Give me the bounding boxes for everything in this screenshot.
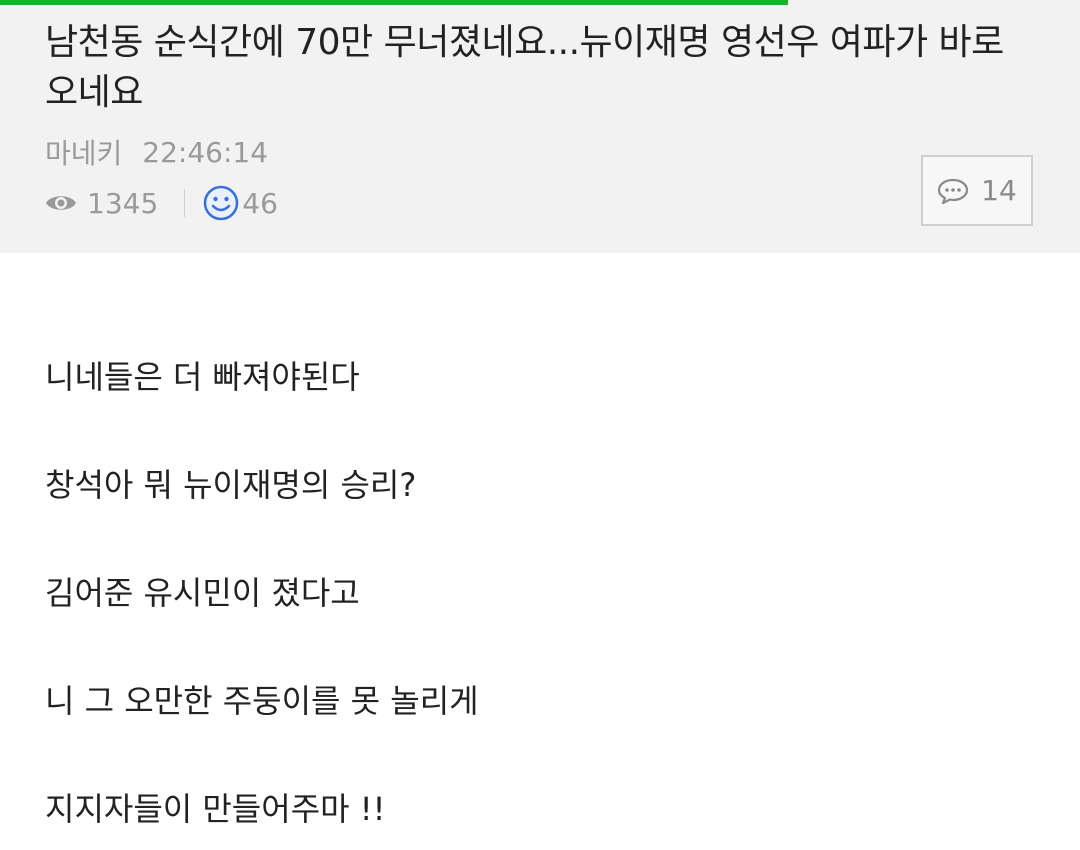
- body-paragraph: 지지자들이 만들어주마 !!: [45, 790, 386, 828]
- post-title: 남천동 순식간에 70만 무너졌네요...뉴이재명 영선우 여파가 바로 오네요: [45, 22, 1004, 113]
- speech-bubble-icon: [938, 178, 969, 204]
- view-count: 1345: [87, 186, 159, 220]
- post-page: 남천동 순식간에 70만 무너졌네요...뉴이재명 영선우 여파가 바로 오네요…: [0, 0, 1080, 850]
- post-header: 남천동 순식간에 70만 무너졌네요...뉴이재명 영선우 여파가 바로 오네요…: [0, 0, 1080, 253]
- author-name[interactable]: 마네키: [45, 132, 122, 172]
- post-stats: 1345 46: [45, 183, 278, 223]
- post-time: 22:46:14: [142, 135, 269, 169]
- post-body: 니네들은 더 빠져야된다 창석아 뭐 뉴이재명의 승리? 김어준 유시민이 졌다…: [45, 352, 1035, 850]
- body-paragraph: 김어준 유시민이 졌다고: [45, 574, 360, 612]
- stats-divider: [184, 189, 186, 217]
- comment-count: 14: [981, 174, 1017, 207]
- like-count: 46: [242, 186, 278, 220]
- body-paragraph: 니네들은 더 빠져야된다: [45, 358, 360, 396]
- body-paragraph: 창석아 뭐 뉴이재명의 승리?: [45, 466, 417, 504]
- reading-progress-bar: [0, 0, 789, 5]
- comments-button[interactable]: 14: [921, 155, 1033, 226]
- body-paragraph: 니 그 오만한 주둥이를 못 놀리게: [45, 682, 479, 720]
- eye-icon: [46, 196, 76, 210]
- post-meta: 마네키 22:46:14: [45, 132, 268, 172]
- smile-icon[interactable]: [203, 185, 239, 221]
